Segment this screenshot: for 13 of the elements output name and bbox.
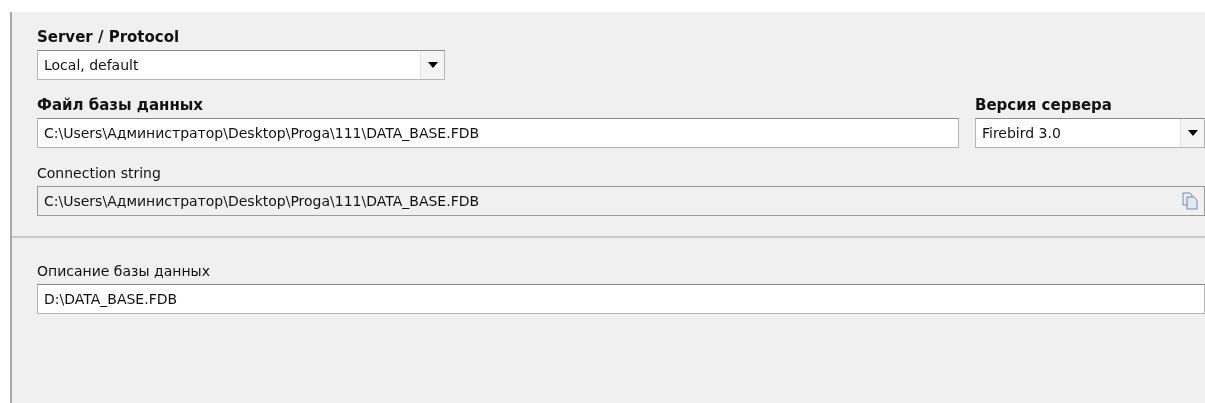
- connection-string-field[interactable]: C:\Users\Администратор\Desktop\Proga\111\DATA_BASE.FDB: [37, 186, 1205, 216]
- input-field[interactable]: D:\DATA_BASE.FDB: [37, 284, 1205, 314]
- input-field[interactable]: C:\Users\Администратор\Desktop\Proga\111\DATA_BASE.FDB: [37, 118, 959, 148]
- field-label: Описание базы данных: [37, 262, 211, 280]
- dropdown[interactable]: Local, default: [37, 50, 445, 80]
- dropdown[interactable]: Firebird 3.0: [975, 118, 1205, 148]
- copy-icon[interactable]: [1182, 192, 1198, 210]
- field-label: Файл базы данных: [37, 96, 205, 114]
- field-label: Версия сервера: [975, 96, 1113, 114]
- dropdown-arrow-icon: [427, 62, 438, 68]
- dropdown-arrow-icon: [1187, 130, 1198, 136]
- field-label: Server / Protocol: [37, 28, 181, 46]
- field-label: Connection string: [37, 164, 162, 182]
